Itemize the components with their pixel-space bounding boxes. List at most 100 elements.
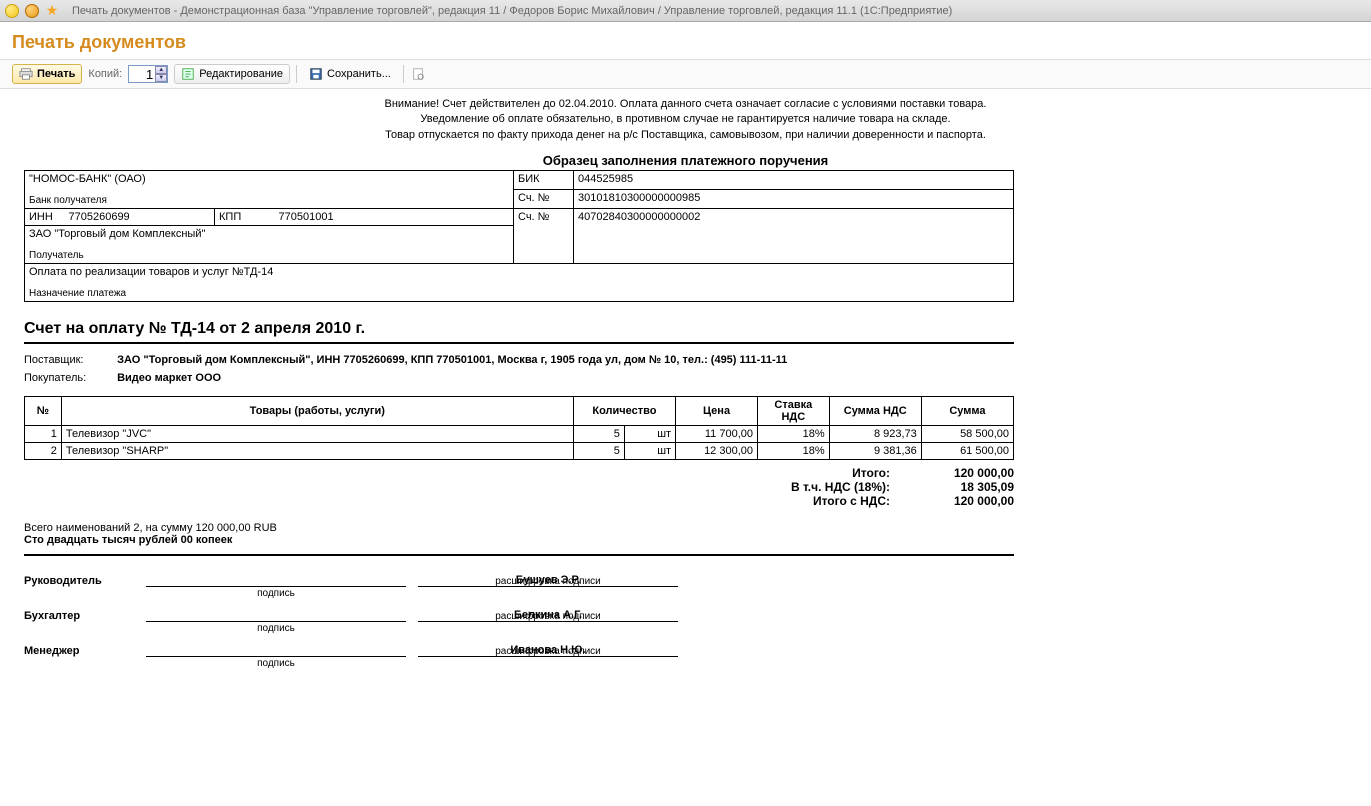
signature-line: подпись: [146, 656, 406, 657]
total-label: Итого:: [750, 466, 890, 480]
signature-name: Иванова Н.Ю.расшифровка подписи: [418, 644, 678, 657]
signature-line: подпись: [146, 586, 406, 587]
vat-label: В т.ч. НДС (18%):: [750, 480, 890, 494]
copies-spinner[interactable]: ▲▼: [128, 65, 168, 83]
separator: [296, 65, 297, 83]
copies-label: Копий:: [88, 68, 122, 80]
cell-sum: 61 500,00: [921, 443, 1013, 460]
separator: [403, 65, 404, 83]
signatures-block: Руководитель подпись Бушуев Э.Р.расшифро…: [24, 574, 1014, 657]
col-sum: Сумма: [921, 397, 1013, 426]
summary-line: Всего наименований 2, на сумму 120 000,0…: [24, 522, 1347, 534]
edit-button[interactable]: Редактирование: [174, 64, 290, 84]
bank-details-table: "НОМОС-БАНК" (ОАО) Банк получателя БИК 0…: [24, 170, 1014, 302]
app-icon: [4, 3, 20, 19]
signature-name: Белкина А.Г.расшифровка подписи: [418, 609, 678, 622]
acct-label: Сч. №: [514, 190, 574, 209]
decode-caption: расшифровка подписи: [418, 576, 678, 587]
notice-line: Товар отпускается по факту прихода денег…: [24, 128, 1347, 143]
toolbar: Печать Копий: ▲▼ Редактирование Сохранит…: [0, 59, 1371, 89]
edit-label: Редактирование: [199, 68, 283, 80]
save-button[interactable]: Сохранить...: [303, 65, 397, 83]
summary-words: Сто двадцать тысяч рублей 00 копеек: [24, 534, 1347, 546]
col-num: №: [25, 397, 62, 426]
window-title: Печать документов - Демонстрационная баз…: [72, 5, 952, 17]
sample-title: Образец заполнения платежного поручения: [24, 153, 1347, 168]
save-icon: [309, 67, 323, 81]
acct2-label: Сч. №: [514, 209, 574, 264]
bank-recipient-label: Банк получателя: [29, 195, 509, 206]
col-vat-sum: Сумма НДС: [829, 397, 921, 426]
signature-line: подпись: [146, 621, 406, 622]
print-button[interactable]: Печать: [12, 64, 82, 84]
notice-line: Внимание! Счет действителен до 02.04.201…: [24, 97, 1347, 112]
cell-num: 2: [25, 443, 62, 460]
supplier-label: Поставщик:: [24, 354, 114, 366]
total-value: 120 000,00: [914, 466, 1014, 480]
signature-caption: подпись: [146, 658, 406, 669]
preview-icon[interactable]: [410, 66, 426, 82]
signature-row: Бухгалтер подпись Белкина А.Г.расшифровк…: [24, 609, 1014, 622]
cell-vat-sum: 9 381,36: [829, 443, 921, 460]
cell-name: Телевизор "SHARP": [61, 443, 573, 460]
cell-num: 1: [25, 426, 62, 443]
cell-sum: 58 500,00: [921, 426, 1013, 443]
page-header: Печать документов: [0, 22, 1371, 59]
col-qty: Количество: [573, 397, 675, 426]
cell-qty: 5: [573, 443, 624, 460]
print-icon: [19, 67, 33, 81]
divider: [24, 554, 1014, 556]
purpose-label: Назначение платежа: [29, 288, 1009, 299]
col-price: Цена: [676, 397, 758, 426]
document-area: Внимание! Счет действителен до 02.04.201…: [0, 89, 1371, 687]
cell-unit: шт: [624, 443, 675, 460]
save-label: Сохранить...: [327, 68, 391, 80]
payment-purpose: Оплата по реализации товаров и услуг №ТД…: [29, 266, 1009, 278]
buyer-value: Видео маркет ООО: [117, 372, 221, 384]
signature-name: Бушуев Э.Р.расшифровка подписи: [418, 574, 678, 587]
bik-value: 044525985: [574, 171, 1014, 190]
kpp-label: КПП: [215, 209, 275, 226]
decode-caption: расшифровка подписи: [418, 646, 678, 657]
table-row: 1 Телевизор "JVC" 5 шт 11 700,00 18% 8 9…: [25, 426, 1014, 443]
kpp-value: 770501001: [275, 209, 514, 226]
recipient-name: ЗАО "Торговый дом Комплексный": [29, 228, 509, 240]
supplier-value: ЗАО "Торговый дом Комплексный", ИНН 7705…: [117, 354, 787, 366]
cell-vat-rate: 18%: [758, 443, 830, 460]
cell-name: Телевизор "JVC": [61, 426, 573, 443]
print-label: Печать: [37, 68, 75, 80]
signature-caption: подпись: [146, 623, 406, 634]
inn-value: 7705260699: [65, 209, 215, 226]
favorite-icon[interactable]: ★: [44, 3, 60, 19]
inn-label: ИНН: [25, 209, 65, 226]
invoice-title: Счет на оплату № ТД-14 от 2 апреля 2010 …: [24, 320, 1347, 338]
spinner-up-icon[interactable]: ▲: [155, 66, 167, 74]
bik-label: БИК: [514, 171, 574, 190]
bank-acct: 30101810300000000985: [574, 190, 1014, 209]
vat-value: 18 305,09: [914, 480, 1014, 494]
divider: [24, 342, 1014, 344]
total-vat-label: Итого с НДС:: [750, 494, 890, 508]
window-titlebar: ★ Печать документов - Демонстрационная б…: [0, 0, 1371, 22]
cell-qty: 5: [573, 426, 624, 443]
signature-role: Менеджер: [24, 645, 134, 657]
col-vat-rate: Ставка НДС: [758, 397, 830, 426]
total-vat-value: 120 000,00: [914, 494, 1014, 508]
decode-caption: расшифровка подписи: [418, 611, 678, 622]
notice-line: Уведомление об оплате обязательно, в про…: [24, 112, 1347, 127]
cell-vat-rate: 18%: [758, 426, 830, 443]
recipient-label: Получатель: [29, 250, 509, 261]
signature-row: Менеджер подпись Иванова Н.Ю.расшифровка…: [24, 644, 1014, 657]
dropdown-icon[interactable]: [24, 3, 40, 19]
cell-price: 11 700,00: [676, 426, 758, 443]
signature-role: Руководитель: [24, 575, 134, 587]
cell-unit: шт: [624, 426, 675, 443]
col-name: Товары (работы, услуги): [61, 397, 573, 426]
bank-name: "НОМОС-БАНК" (ОАО): [29, 173, 509, 185]
spinner-down-icon[interactable]: ▼: [155, 74, 167, 82]
edit-icon: [181, 67, 195, 81]
items-table: № Товары (работы, услуги) Количество Цен…: [24, 396, 1014, 460]
signature-row: Руководитель подпись Бушуев Э.Р.расшифро…: [24, 574, 1014, 587]
signature-role: Бухгалтер: [24, 610, 134, 622]
buyer-row: Покупатель: Видео маркет ООО: [24, 372, 1347, 384]
